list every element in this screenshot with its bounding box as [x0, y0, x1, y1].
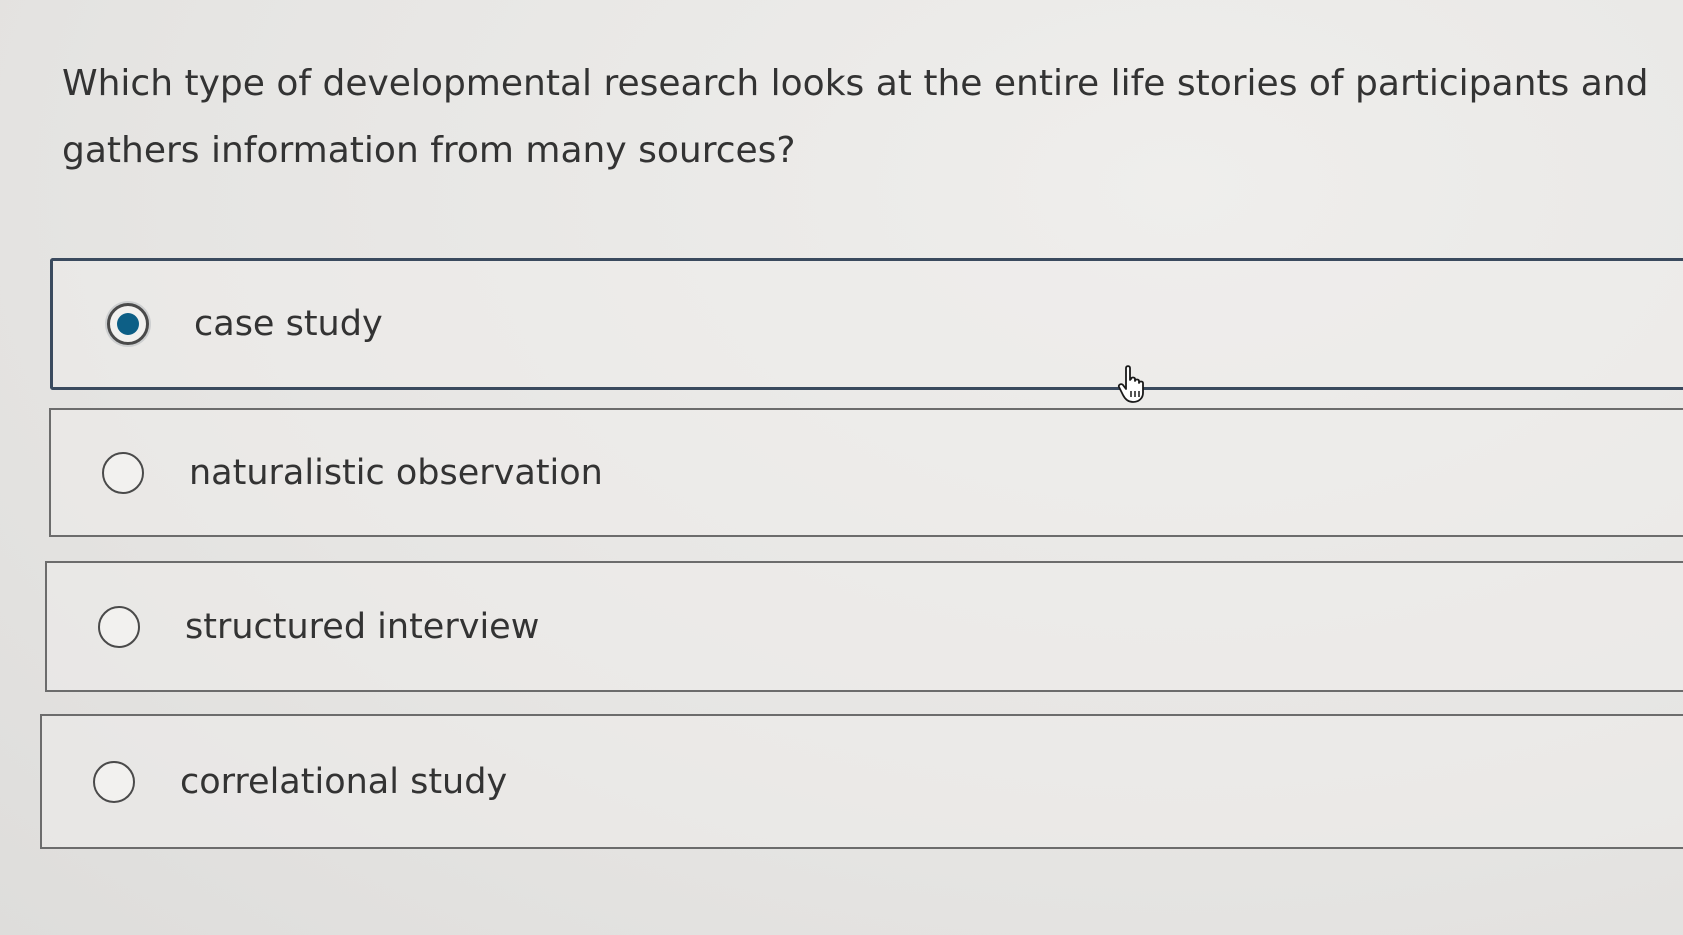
radio-dot-icon	[117, 313, 139, 335]
option-label: correlational study	[180, 761, 508, 802]
hand-pointer-icon	[1117, 365, 1144, 403]
option-label: naturalistic observation	[189, 452, 603, 493]
option-label: case study	[194, 304, 383, 344]
option-case-study[interactable]: case study	[50, 258, 1683, 390]
radio-selected-icon[interactable]	[107, 303, 149, 345]
option-naturalistic-observation[interactable]: naturalistic observation	[49, 408, 1683, 537]
option-structured-interview[interactable]: structured interview	[45, 561, 1683, 692]
radio-icon[interactable]	[102, 451, 144, 494]
radio-icon[interactable]	[93, 760, 135, 803]
answer-options: case study naturalistic observation stru…	[0, 0, 1683, 935]
option-label: structured interview	[185, 606, 540, 647]
radio-icon[interactable]	[98, 605, 140, 648]
option-correlational-study[interactable]: correlational study	[40, 714, 1683, 849]
